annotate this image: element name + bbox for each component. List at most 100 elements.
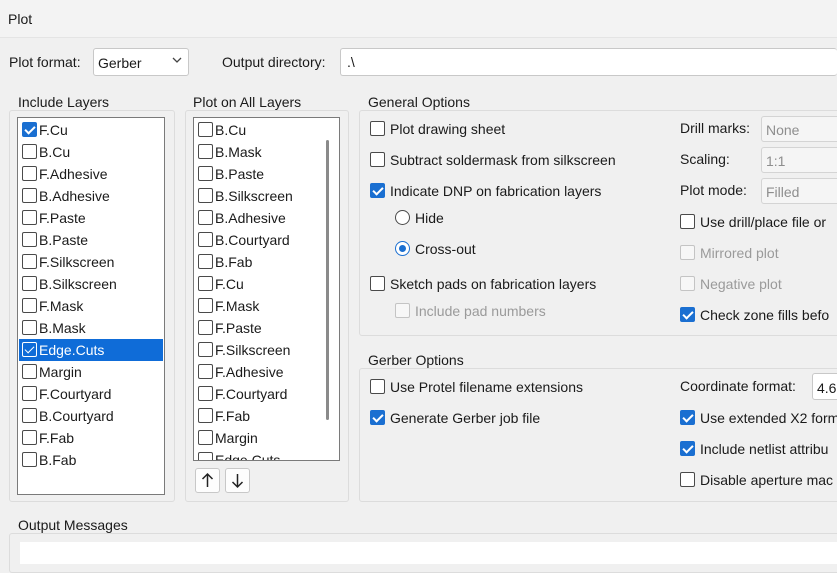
layer-list-item[interactable]: B.Fab [19, 449, 163, 471]
layer-list-item[interactable]: B.Cu [195, 119, 338, 141]
layer-list-item[interactable]: B.Adhesive [195, 207, 338, 229]
netlist-attributes-option[interactable]: Include netlist attribu [680, 440, 837, 460]
indicate-dnp-option[interactable]: Indicate DNP on fabrication layers [370, 182, 660, 202]
layer-checkbox[interactable] [22, 210, 37, 225]
layer-checkbox[interactable] [22, 188, 37, 203]
layer-list-item[interactable]: Margin [19, 361, 163, 383]
layer-checkbox[interactable] [198, 254, 213, 269]
layer-list-item[interactable]: F.Adhesive [195, 361, 338, 383]
move-up-button[interactable] [195, 468, 220, 493]
layer-list-item[interactable]: B.Courtyard [19, 405, 163, 427]
check-zone-fills-checkbox[interactable] [680, 307, 695, 322]
layer-list-item[interactable]: F.Mask [19, 295, 163, 317]
coordinate-format-select[interactable]: 4.6, [812, 373, 837, 400]
plot-all-layers-list[interactable]: B.Cu B.Mask B.Paste B.Silkscreen B.Adhesive B… [193, 117, 340, 461]
dnp-cross-out-option[interactable]: Cross-out [395, 240, 515, 260]
layer-checkbox[interactable] [198, 210, 213, 225]
layer-list-item[interactable]: F.Mask [195, 295, 338, 317]
layer-list-item[interactable]: B.Fab [195, 251, 338, 273]
layer-checkbox[interactable] [22, 254, 37, 269]
plot-all-layers-scrollbar[interactable] [326, 140, 329, 420]
layer-checkbox[interactable] [198, 188, 213, 203]
check-zone-fills-option[interactable]: Check zone fills befo [680, 306, 837, 326]
layer-checkbox[interactable] [198, 144, 213, 159]
layer-list-item[interactable]: F.Cu [195, 273, 338, 295]
layer-checkbox[interactable] [198, 276, 213, 291]
layer-list-item[interactable]: F.Adhesive [19, 163, 163, 185]
layer-list-item[interactable]: F.Courtyard [195, 383, 338, 405]
protel-extensions-option[interactable]: Use Protel filename extensions [370, 378, 660, 398]
layer-checkbox[interactable] [198, 452, 213, 460]
layer-list-item[interactable]: Edge.Cuts [19, 339, 163, 361]
output-directory-label: Output directory: [222, 54, 326, 70]
layer-checkbox[interactable] [22, 166, 37, 181]
layer-checkbox[interactable] [198, 430, 213, 445]
netlist-attributes-checkbox[interactable] [680, 441, 695, 456]
layer-list-item[interactable]: F.Silkscreen [19, 251, 163, 273]
layer-checkbox[interactable] [22, 276, 37, 291]
output-messages-area[interactable] [20, 542, 837, 564]
sketch-pads-checkbox[interactable] [370, 276, 385, 291]
use-drill-place-option[interactable]: Use drill/place file or [680, 213, 837, 233]
layer-checkbox[interactable] [22, 364, 37, 379]
layer-list-item[interactable]: B.Silkscreen [19, 273, 163, 295]
layer-list-item[interactable]: B.Silkscreen [195, 185, 338, 207]
layer-checkbox[interactable] [22, 122, 37, 137]
move-down-button[interactable] [225, 468, 250, 493]
subtract-soldermask-checkbox[interactable] [370, 152, 385, 167]
layer-list-item[interactable]: B.Cu [19, 141, 163, 163]
layer-list-item[interactable]: B.Mask [19, 317, 163, 339]
layer-checkbox[interactable] [22, 342, 37, 357]
layer-checkbox[interactable] [22, 232, 37, 247]
layer-checkbox[interactable] [22, 320, 37, 335]
layer-checkbox[interactable] [198, 408, 213, 423]
layer-list-item[interactable]: B.Paste [195, 163, 338, 185]
layer-list-item[interactable]: B.Mask [195, 141, 338, 163]
extended-x2-checkbox[interactable] [680, 410, 695, 425]
layer-checkbox[interactable] [198, 232, 213, 247]
dnp-hide-option[interactable]: Hide [395, 209, 495, 229]
disable-aperture-macros-checkbox[interactable] [680, 472, 695, 487]
layer-list-item[interactable]: Edge.Cuts [195, 449, 338, 460]
layer-list-item[interactable]: F.Cu [19, 119, 163, 141]
layer-list-item[interactable]: B.Adhesive [19, 185, 163, 207]
plot-format-select[interactable]: Gerber [93, 48, 189, 76]
layer-checkbox[interactable] [198, 386, 213, 401]
layer-checkbox[interactable] [198, 122, 213, 137]
layer-checkbox[interactable] [22, 298, 37, 313]
layer-checkbox[interactable] [22, 430, 37, 445]
indicate-dnp-checkbox[interactable] [370, 183, 385, 198]
disable-aperture-macros-option[interactable]: Disable aperture mac [680, 471, 837, 491]
layer-list-item[interactable]: F.Fab [195, 405, 338, 427]
gerber-job-file-checkbox[interactable] [370, 410, 385, 425]
layer-list-item[interactable]: F.Fab [19, 427, 163, 449]
gerber-job-file-option[interactable]: Generate Gerber job file [370, 409, 660, 429]
layer-list-item[interactable]: F.Courtyard [19, 383, 163, 405]
layer-checkbox[interactable] [198, 166, 213, 181]
layer-checkbox[interactable] [198, 298, 213, 313]
extended-x2-option[interactable]: Use extended X2 form [680, 409, 837, 429]
dnp-cross-out-radio[interactable] [395, 241, 410, 256]
protel-extensions-checkbox[interactable] [370, 379, 385, 394]
use-drill-place-checkbox[interactable] [680, 214, 695, 229]
layer-list-item[interactable]: F.Paste [195, 317, 338, 339]
layer-checkbox[interactable] [22, 408, 37, 423]
layer-list-item[interactable]: B.Courtyard [195, 229, 338, 251]
layer-list-item[interactable]: F.Silkscreen [195, 339, 338, 361]
layer-checkbox[interactable] [198, 342, 213, 357]
layer-checkbox[interactable] [22, 144, 37, 159]
dnp-hide-radio[interactable] [395, 210, 410, 225]
layer-checkbox[interactable] [198, 364, 213, 379]
plot-drawing-sheet-option[interactable]: Plot drawing sheet [370, 120, 630, 140]
include-layers-list[interactable]: F.Cu B.Cu F.Adhesive B.Adhesive F.Paste B.Pas… [17, 117, 165, 495]
layer-list-item[interactable]: F.Paste [19, 207, 163, 229]
sketch-pads-option[interactable]: Sketch pads on fabrication layers [370, 275, 660, 295]
layer-list-item[interactable]: B.Paste [19, 229, 163, 251]
plot-drawing-sheet-checkbox[interactable] [370, 121, 385, 136]
subtract-soldermask-option[interactable]: Subtract soldermask from silkscreen [370, 151, 660, 171]
layer-checkbox[interactable] [198, 320, 213, 335]
layer-checkbox[interactable] [22, 386, 37, 401]
layer-list-item[interactable]: Margin [195, 427, 338, 449]
output-directory-input[interactable]: .\ [340, 48, 837, 76]
layer-checkbox[interactable] [22, 452, 37, 467]
